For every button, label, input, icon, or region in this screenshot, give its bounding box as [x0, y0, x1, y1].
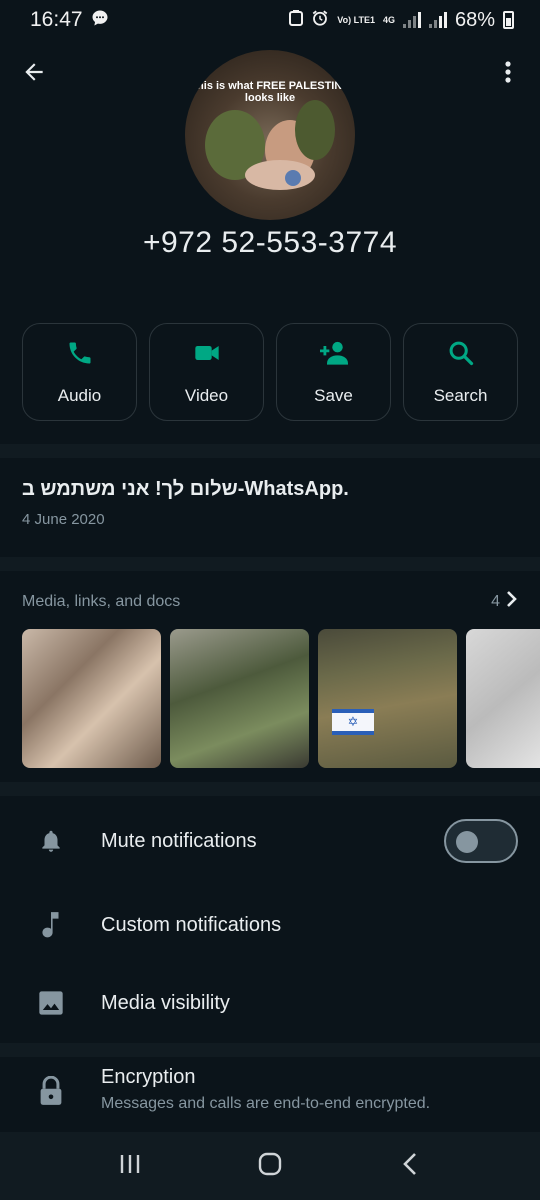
save-label: Save — [314, 385, 353, 405]
media-thumbnail[interactable] — [170, 629, 309, 768]
encryption-description: Messages and calls are end-to-end encryp… — [101, 1095, 431, 1112]
media-thumbnail[interactable] — [22, 629, 161, 768]
system-navigation-bar — [0, 1132, 540, 1200]
audio-label: Audio — [57, 385, 102, 405]
system-back-button[interactable] — [380, 1142, 440, 1190]
media-count-wrap: 4 — [491, 590, 518, 613]
status-time: 16:47 — [30, 8, 83, 31]
section-divider — [0, 557, 540, 571]
mute-notifications-row[interactable]: Mute notifications — [0, 806, 540, 876]
encryption-label: Encryption — [101, 1066, 196, 1088]
section-divider — [0, 444, 540, 458]
add-contact-icon — [317, 339, 351, 372]
signal-strength-icon-2 — [428, 12, 447, 28]
recent-apps-button[interactable] — [100, 1142, 160, 1190]
search-label: Search — [433, 385, 488, 405]
about-text: שלום לך! אני משתמש ב-WhatsApp. — [22, 478, 349, 500]
signal-strength-icon — [402, 12, 421, 28]
chevron-left-icon — [401, 1151, 419, 1182]
media-thumbnail[interactable]: ✡ — [318, 629, 457, 768]
contact-avatar[interactable]: This is what FREE PALESTINE looks like — [185, 50, 355, 220]
search-icon — [447, 339, 475, 372]
audio-call-button[interactable]: Audio — [22, 323, 137, 421]
media-thumbnail[interactable] — [466, 629, 540, 768]
chevron-right-icon — [506, 590, 518, 613]
media-count: 4 — [491, 592, 500, 610]
search-button[interactable]: Search — [403, 323, 518, 421]
quick-actions: Audio Video Save Search — [22, 323, 518, 421]
battery-percent: 68% — [454, 8, 495, 31]
network-label: 4G — [382, 14, 395, 25]
israel-flag-icon: ✡ — [332, 709, 374, 735]
video-call-button[interactable]: Video — [149, 323, 264, 421]
data-saver-icon — [289, 10, 304, 30]
media-visibility-label: Media visibility — [101, 991, 230, 1014]
back-button[interactable] — [12, 52, 56, 96]
encryption-row[interactable]: Encryption Messages and calls are end-to… — [0, 1066, 540, 1130]
about-section[interactable]: שלום לך! אני משתמש ב-WhatsApp. 4 June 20… — [22, 478, 518, 528]
media-title: Media, links, and docs — [22, 592, 181, 610]
media-visibility-row[interactable]: Media visibility — [0, 968, 540, 1038]
recent-apps-icon — [118, 1153, 142, 1180]
media-header[interactable]: Media, links, and docs 4 — [22, 590, 518, 613]
image-icon — [0, 989, 101, 1017]
custom-notifications-label: Custom notifications — [101, 913, 282, 936]
section-divider — [0, 1043, 540, 1057]
volte-label: Vo) LTE1 — [337, 14, 375, 25]
music-note-icon — [0, 910, 101, 940]
video-label: Video — [184, 385, 229, 405]
status-bar: 16:47 Vo) LTE1 4G 68% — [0, 0, 540, 40]
lock-icon — [0, 1066, 101, 1106]
section-divider — [0, 782, 540, 796]
media-thumbnails: ✡ — [22, 629, 540, 768]
about-date: 4 June 2020 — [22, 511, 105, 528]
more-options-button[interactable] — [486, 52, 530, 96]
arrow-left-icon — [21, 59, 47, 90]
chat-notification-icon — [91, 9, 109, 31]
contact-phone-number: +972 52-553-3774 — [142, 226, 398, 259]
video-camera-icon — [191, 339, 223, 372]
bell-icon — [0, 827, 101, 855]
save-contact-button[interactable]: Save — [276, 323, 391, 421]
alarm-icon — [311, 9, 329, 31]
home-icon — [257, 1151, 283, 1182]
avatar-caption: This is what FREE PALESTINE looks like — [190, 80, 350, 104]
mute-notifications-label: Mute notifications — [101, 829, 257, 852]
more-vertical-icon — [496, 59, 520, 90]
home-button[interactable] — [240, 1142, 300, 1190]
mute-notifications-toggle[interactable] — [444, 819, 518, 863]
custom-notifications-row[interactable]: Custom notifications — [0, 890, 540, 960]
phone-icon — [66, 339, 94, 372]
toggle-knob — [456, 831, 478, 853]
battery-icon — [503, 11, 514, 29]
